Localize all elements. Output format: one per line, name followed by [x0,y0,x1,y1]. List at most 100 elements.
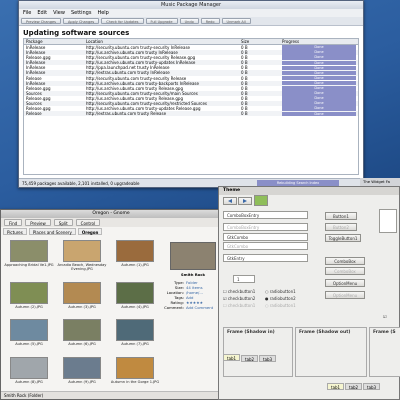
radiobutton-2[interactable]: ● radiobutton2 [265,296,296,301]
menu-view[interactable]: View [53,9,65,17]
gtk-combo[interactable]: GtkCombo [223,233,308,241]
info-value[interactable]: Add Comment [186,305,213,310]
tab-right-2[interactable]: tab2 [345,383,363,390]
image-viewer-window: Oregon - Gnome Find Preview Split Contro… [0,209,222,400]
redo-button[interactable]: Redo [200,18,220,24]
thumbnail-image [10,356,48,379]
combobox[interactable]: ComboBox [325,257,365,265]
preview-button[interactable]: Preview [25,219,51,226]
unmark-all-button[interactable]: Unmark All [221,18,251,24]
thumbnail-image [10,281,48,304]
thumbnail-item[interactable]: Autumn (2).JPG [4,281,54,316]
checkbox-icon[interactable]: ☑ [383,314,387,319]
thumbnail-item[interactable]: Autumn (1).JPG [110,240,160,278]
thumbnail-label: Autumn (8).JPG [15,379,43,384]
checkbutton-2[interactable]: ☑ checkbutton2 [223,296,255,301]
thumbnail-image [63,240,101,262]
status-bar: Smith Rock (Folder) [1,391,221,399]
button-2: Button2 [325,223,357,231]
spin-button[interactable]: 1 [233,275,255,283]
info-heading: Smith Rock [180,272,206,277]
column-progress[interactable]: Progress [282,39,358,44]
full-upgrade-button[interactable]: Full Upgrade [145,18,178,24]
info-key: Comment: [164,305,184,310]
forward-arrow-icon[interactable] [238,197,252,205]
frame-shadow-in: Frame (Shadow in) [223,327,293,377]
tab-left-3[interactable]: tab3 [259,355,277,362]
column-size[interactable]: Size [241,39,282,44]
preview-image [170,242,216,270]
thumbnail-item[interactable]: Autumn (9).JPG [57,356,107,391]
table-row[interactable]: Release http://extras.ubuntu.com trusty R… [24,111,358,117]
find-button[interactable]: Find [4,219,23,226]
column-package[interactable]: Package [24,39,86,44]
cell-size: 0 B [241,111,248,117]
thumbnail-grid: Approaching Bridal Ve1.JPG Arcadia Beach,… [4,240,160,390]
thumbnail-label: Arcadia Beach, Wednesday Evening.JPG [57,263,107,271]
table-body: InRelease http://security.ubuntu.com trus… [24,45,358,117]
thumbnail-item[interactable]: Autumn in the Gorge 1.JPG [110,356,160,391]
apply-changes-button[interactable]: Apply Changes [62,18,100,24]
thumbnail-item[interactable]: Autumn (5).JPG [4,319,54,353]
menu-settings[interactable]: Settings [71,9,92,17]
tab-left-1[interactable]: tab1 [223,354,241,361]
option-menu[interactable]: OptionMenu [325,279,365,287]
toggle-button[interactable]: ToggleButton1 [325,234,361,242]
tab-right-1[interactable]: tab1 [327,383,345,390]
refresh-icon[interactable] [254,195,268,206]
breadcrumb-pictures[interactable]: Pictures [3,228,27,235]
checkbutton-1[interactable]: ☐ checkbutton1 [223,289,255,294]
thumbnail-item[interactable]: Autumn (6).JPG [57,319,107,353]
preview-changes-button[interactable]: Preview Changes [21,18,61,24]
thumbnail-item[interactable]: Autumn (4).JPG [110,281,160,316]
frame-shadow-out: Frame (Shadow out) [295,327,367,377]
gtk-entry[interactable]: GtkEntry [223,254,308,262]
window-title: Theme [219,187,399,195]
thumbnail-label: Approaching Bridal Ve1.JPG [4,263,54,267]
breadcrumb: Pictures Places and Scenery Oregon [1,227,221,236]
menu-bar: File Edit View Settings Help [19,9,363,17]
combo-box-entry[interactable]: ComboBoxEntry [223,211,308,219]
page-title: Updating software sources [23,29,130,37]
split-button[interactable]: Split [53,219,73,226]
window-title: Oregon - Gnome [1,210,221,218]
radiobutton-1[interactable]: ○ radiobutton1 [265,289,296,294]
radiobutton-3: ○ radiobutton1 [265,303,296,308]
combo-box-entry-disabled: ComboBoxEntry [223,223,308,231]
breadcrumb-places[interactable]: Places and Scenery [28,228,76,235]
column-location[interactable]: Location [86,39,241,44]
thumbnail-item[interactable]: Autumn (3).JPG [57,281,107,316]
thumbnail-image [116,240,154,262]
thumbnail-item[interactable]: Autumn (8).JPG [4,356,54,391]
tab-left-2[interactable]: tab2 [241,355,259,362]
option-menu-disabled: OptionMenu [325,291,365,299]
thumbnail-label: Autumn (7).JPG [121,342,149,346]
package-manager-window: Music Package Manager File Edit View Set… [18,0,364,188]
control-button[interactable]: Control [75,219,101,226]
thumbnail-item[interactable]: Approaching Bridal Ve1.JPG [4,240,54,278]
theme-window: Theme ComboBoxEntry ComboBoxEntry GtkCom… [218,186,400,400]
combobox-disabled: ComboBox [325,267,365,275]
thumbnail-label: Autumn (5).JPG [15,342,43,346]
check-updates-button[interactable]: Check for Updates [101,18,144,24]
menu-edit[interactable]: Edit [37,9,47,17]
tab-right-3[interactable]: tab3 [363,383,381,390]
cell-progress: Done [282,111,358,117]
menu-help[interactable]: Help [97,9,108,17]
thumbnail-label: Autumn in the Gorge 1.JPG [110,379,160,384]
thumbnail-image [116,356,154,379]
menu-file[interactable]: File [23,9,31,17]
thumbnail-item[interactable]: Arcadia Beach, Wednesday Evening.JPG [57,240,107,278]
thumbnail-label: Autumn (3).JPG [68,304,96,309]
thumbnail-label: Autumn (6).JPG [68,342,96,346]
back-arrow-icon[interactable] [223,197,237,205]
button-1[interactable]: Button1 [325,212,357,220]
breadcrumb-oregon[interactable]: Oregon [77,228,103,235]
thumbnail-item[interactable]: Autumn (7).JPG [110,319,160,353]
thumbnail-image [63,356,101,379]
thumbnail-label: Autumn (2).JPG [15,304,43,309]
frame-shadow-etched: Frame (S [369,327,400,377]
undo-button[interactable]: Undo [179,18,199,24]
window-title: Music Package Manager [19,1,363,9]
scroll-area[interactable] [379,209,397,233]
